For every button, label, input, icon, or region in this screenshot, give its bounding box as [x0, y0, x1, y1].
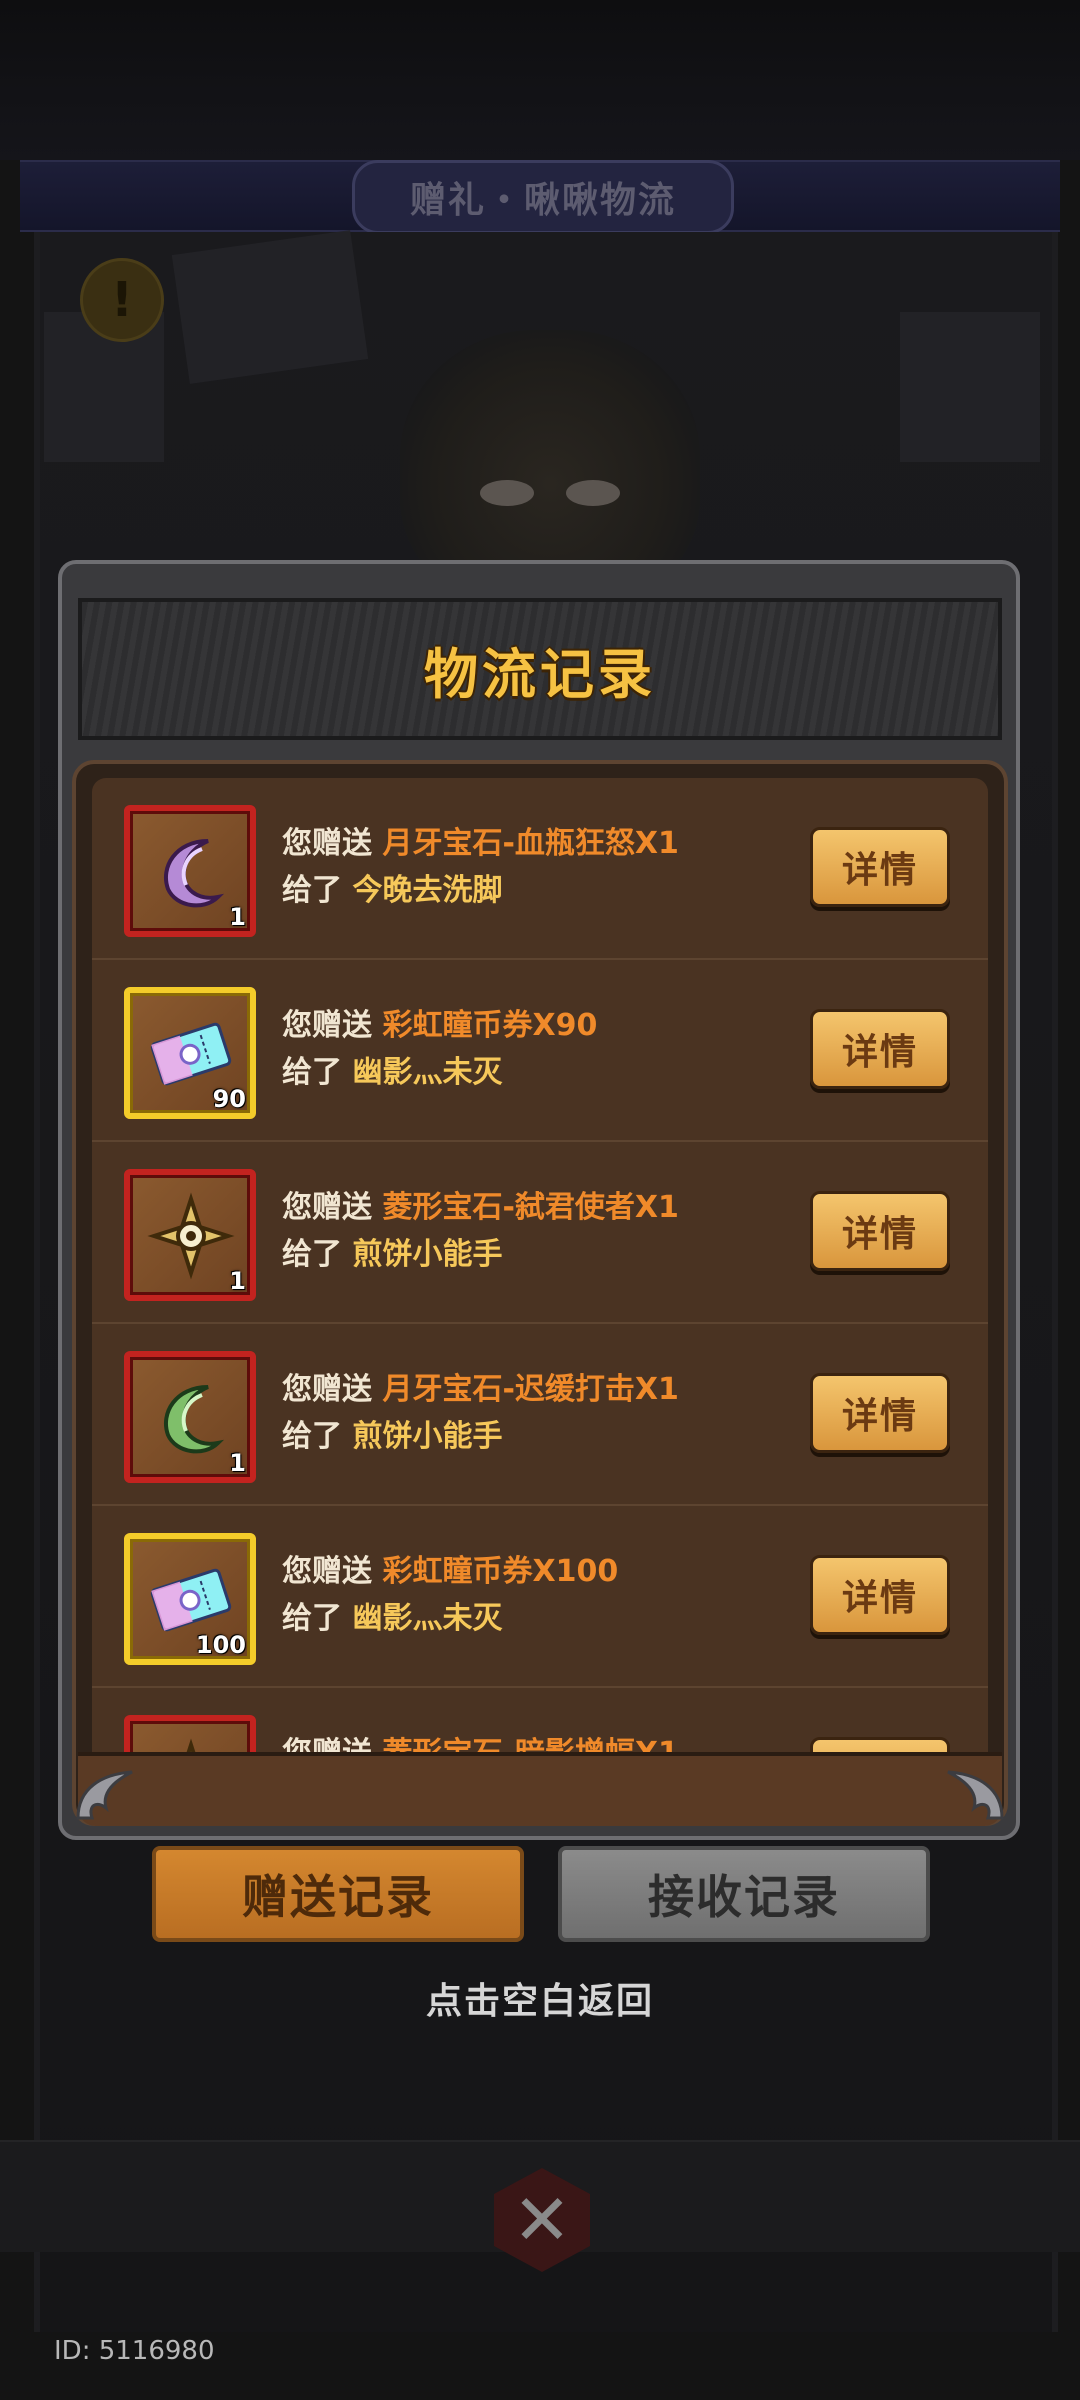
record-recipient-line: 给了 幽影灬未灭 [282, 1047, 502, 1091]
popup-header: 物流记录 [78, 598, 1002, 740]
detail-button[interactable]: 详情 [810, 1009, 950, 1089]
item-slot[interactable]: 1 [124, 1351, 256, 1483]
player-id: ID: 5116980 [54, 2336, 215, 2366]
record-sent-line: 您赠送 彩虹瞳币券X100 [282, 1546, 618, 1590]
item-count: 1 [229, 903, 246, 931]
record-row: 1 您赠送 菱形宝石-弑君使者X1 给了 煎饼小能手 详情 [92, 1142, 988, 1324]
item-slot[interactable]: 100 [124, 1533, 256, 1665]
record-sent-line: 您赠送 彩虹瞳币券X90 [282, 1000, 597, 1044]
record-list[interactable]: 1 您赠送 月牙宝石-血瓶狂怒X1 给了 今晚去洗脚 详情 90 您赠送 彩虹瞳… [92, 778, 988, 1752]
sent-prefix: 您赠送 [282, 1008, 372, 1043]
record-recipient-line: 给了 煎饼小能手 [282, 1411, 502, 1455]
popup-title: 物流记录 [424, 642, 656, 706]
gave-prefix: 给了 [282, 1237, 342, 1272]
background-sign [171, 230, 369, 384]
record-row: 1 您赠送 月牙宝石-迟缓打击X1 给了 煎饼小能手 详情 [92, 1324, 988, 1506]
corner-ornament-right-icon [947, 1770, 1004, 1820]
sent-prefix: 您赠送 [282, 1372, 372, 1407]
gave-prefix: 给了 [282, 1419, 342, 1454]
tap-blank-to-return-hint[interactable]: 点击空白返回 [0, 1972, 1080, 2024]
detail-button[interactable]: 详情 [810, 1737, 950, 1752]
detail-button[interactable]: 详情 [810, 827, 950, 907]
record-sent-line: 您赠送 月牙宝石-迟缓打击X1 [282, 1364, 679, 1408]
item-slot[interactable]: 1 [124, 1169, 256, 1301]
detail-button[interactable]: 详情 [810, 1555, 950, 1635]
record-sent-line: 您赠送 月牙宝石-血瓶狂怒X1 [282, 818, 679, 862]
recipient-name: 幽影灬未灭 [352, 1055, 503, 1090]
gave-prefix: 给了 [282, 873, 342, 908]
record-row: 1 您赠送 月牙宝石-血瓶狂怒X1 给了 今晚去洗脚 详情 [92, 778, 988, 960]
diamond-gem-icon [186, 1738, 196, 1752]
recipient-name: 幽影灬未灭 [352, 1601, 503, 1636]
green-crescent-gem-icon [164, 1385, 225, 1454]
item-count: 90 [212, 1085, 246, 1113]
item-slot[interactable]: 90 [124, 987, 256, 1119]
record-list-inner: 1 您赠送 月牙宝石-血瓶狂怒X1 给了 今晚去洗脚 详情 90 您赠送 彩虹瞳… [92, 778, 988, 1752]
recipient-name: 煎饼小能手 [352, 1419, 503, 1454]
mascot-eye-right [566, 480, 620, 506]
item-name: 月牙宝石-血瓶狂怒X1 [382, 826, 679, 861]
item-name: 彩虹瞳币券X100 [382, 1554, 619, 1589]
record-recipient-line: 给了 今晚去洗脚 [282, 865, 502, 909]
sent-prefix: 您赠送 [282, 1190, 372, 1225]
record-recipient-line: 给了 煎饼小能手 [282, 1229, 502, 1273]
purple-crescent-gem-icon [164, 839, 225, 908]
item-count: 1 [229, 1449, 246, 1477]
gave-prefix: 给了 [282, 1055, 342, 1090]
gave-prefix: 给了 [282, 1601, 342, 1636]
sent-prefix: 您赠送 [282, 826, 372, 861]
detail-button[interactable]: 详情 [810, 1373, 950, 1453]
item-name: 月牙宝石-迟缓打击X1 [382, 1372, 679, 1407]
sent-prefix: 您赠送 [282, 1736, 372, 1752]
item-name: 彩虹瞳币券X90 [382, 1008, 598, 1043]
sent-prefix: 您赠送 [282, 1554, 372, 1589]
close-icon: ✕ [494, 2168, 590, 2272]
tab-sent-records[interactable]: 赠送记录 [152, 1846, 524, 1942]
item-name: 菱形宝石-暗影增幅X1 [382, 1736, 678, 1752]
record-sent-line: 您赠送 菱形宝石-弑君使者X1 [282, 1182, 679, 1226]
mascot-eye-left [480, 480, 534, 506]
record-row: 1 您赠送 菱形宝石-暗影增幅X1 详情 [92, 1688, 988, 1752]
panel-footer [78, 1752, 1002, 1826]
recipient-name: 煎饼小能手 [352, 1237, 503, 1272]
recipient-name: 今晚去洗脚 [352, 873, 503, 908]
top-background [0, 0, 1080, 160]
close-button[interactable]: ✕ [492, 2165, 592, 2275]
tab-received-records[interactable]: 接收记录 [558, 1846, 930, 1942]
item-slot[interactable]: 1 [124, 805, 256, 937]
window-title: 赠礼・啾啾物流 [352, 160, 734, 234]
detail-button[interactable]: 详情 [810, 1191, 950, 1271]
item-name: 菱形宝石-弑君使者X1 [382, 1190, 679, 1225]
corner-ornament-left-icon [76, 1770, 133, 1820]
item-count: 1 [229, 1267, 246, 1295]
record-row: 100 您赠送 彩虹瞳币券X100 给了 幽影灬未灭 详情 [92, 1506, 988, 1688]
diamond-gem-icon [147, 1192, 235, 1280]
item-count: 100 [195, 1631, 246, 1659]
record-recipient-line: 给了 幽影灬未灭 [282, 1593, 502, 1637]
record-sent-line: 您赠送 菱形宝石-暗影增幅X1 [282, 1728, 679, 1752]
item-slot[interactable]: 1 [124, 1715, 256, 1752]
record-row: 90 您赠送 彩虹瞳币券X90 给了 幽影灬未灭 详情 [92, 960, 988, 1142]
background-poster-right [900, 312, 1040, 462]
warning-icon[interactable]: ! [80, 258, 164, 342]
